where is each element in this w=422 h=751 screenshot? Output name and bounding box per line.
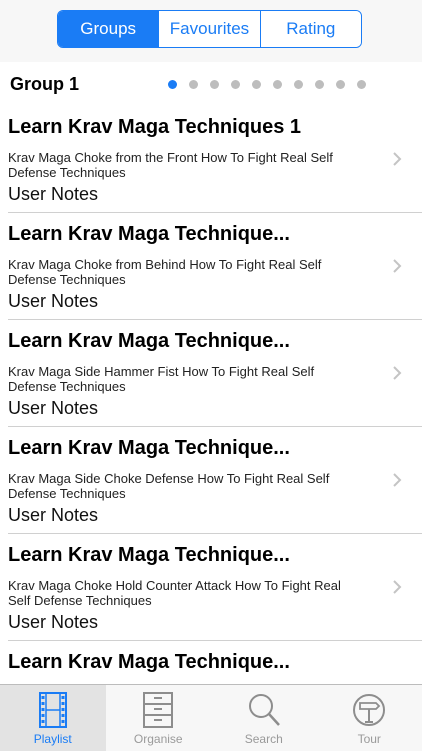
item-subtitle: Krav Maga Choke Hold Counter Attack How … xyxy=(8,578,348,608)
page-dot[interactable] xyxy=(210,80,219,89)
segmented-control: Groups Favourites Rating xyxy=(57,10,362,48)
item-title: Learn Krav Maga Techniques 1 xyxy=(8,116,301,139)
list-item[interactable]: Learn Krav Maga Technique... Krav Maga S… xyxy=(8,320,422,427)
item-notes: User Notes xyxy=(8,612,98,633)
item-subtitle: Krav Maga Choke from the Front How To Fi… xyxy=(8,150,348,180)
magnifier-icon xyxy=(247,691,281,729)
signpost-icon xyxy=(352,691,386,729)
tab-label: Search xyxy=(245,732,283,746)
film-strip-icon xyxy=(36,691,70,729)
item-title: Learn Krav Maga Technique... xyxy=(8,223,290,246)
item-title: Learn Krav Maga Technique... xyxy=(8,651,290,674)
chevron-right-icon xyxy=(390,152,404,166)
group-title: Group 1 xyxy=(10,74,79,95)
page-dot[interactable] xyxy=(273,80,282,89)
page-dot[interactable] xyxy=(294,80,303,89)
item-title: Learn Krav Maga Technique... xyxy=(8,544,290,567)
tab-tour[interactable]: Tour xyxy=(317,685,422,751)
segment-groups[interactable]: Groups xyxy=(58,11,158,47)
segment-favourites[interactable]: Favourites xyxy=(158,11,259,47)
item-notes: User Notes xyxy=(8,291,98,312)
chevron-right-icon xyxy=(390,473,404,487)
tab-label: Tour xyxy=(358,732,381,746)
page-dot[interactable] xyxy=(168,80,177,89)
technique-list: Learn Krav Maga Techniques 1 Krav Maga C… xyxy=(0,106,422,748)
list-item[interactable]: Learn Krav Maga Technique... Krav Maga C… xyxy=(8,213,422,320)
segment-rating[interactable]: Rating xyxy=(260,11,361,47)
item-notes: User Notes xyxy=(8,398,98,419)
item-subtitle: Krav Maga Choke from Behind How To Fight… xyxy=(8,257,348,287)
top-bar: Groups Favourites Rating xyxy=(0,0,422,62)
item-notes: User Notes xyxy=(8,505,98,526)
tab-organise[interactable]: Organise xyxy=(106,685,212,751)
tab-playlist[interactable]: Playlist xyxy=(0,685,106,751)
page-indicator[interactable] xyxy=(168,80,378,89)
list-item[interactable]: Learn Krav Maga Technique... Krav Maga S… xyxy=(8,427,422,534)
page-dot[interactable] xyxy=(231,80,240,89)
cabinet-icon xyxy=(141,691,175,729)
list-item[interactable]: Learn Krav Maga Technique... Krav Maga C… xyxy=(8,534,422,641)
chevron-right-icon xyxy=(390,366,404,380)
page-dot[interactable] xyxy=(252,80,261,89)
page-dot[interactable] xyxy=(189,80,198,89)
tab-search[interactable]: Search xyxy=(211,685,317,751)
list-item[interactable]: Learn Krav Maga Techniques 1 Krav Maga C… xyxy=(8,106,422,213)
item-title: Learn Krav Maga Technique... xyxy=(8,330,290,353)
page-dot[interactable] xyxy=(315,80,324,89)
tab-label: Organise xyxy=(134,732,183,746)
item-title: Learn Krav Maga Technique... xyxy=(8,437,290,460)
page-dot[interactable] xyxy=(336,80,345,89)
item-subtitle: Krav Maga Side Choke Defense How To Figh… xyxy=(8,471,348,501)
chevron-right-icon xyxy=(390,580,404,594)
item-subtitle: Krav Maga Side Hammer Fist How To Fight … xyxy=(8,364,348,394)
tab-label: Playlist xyxy=(34,732,72,746)
item-notes: User Notes xyxy=(8,184,98,205)
page-dot[interactable] xyxy=(357,80,366,89)
chevron-right-icon xyxy=(390,259,404,273)
tab-bar: Playlist Organise Search Tour xyxy=(0,684,422,751)
